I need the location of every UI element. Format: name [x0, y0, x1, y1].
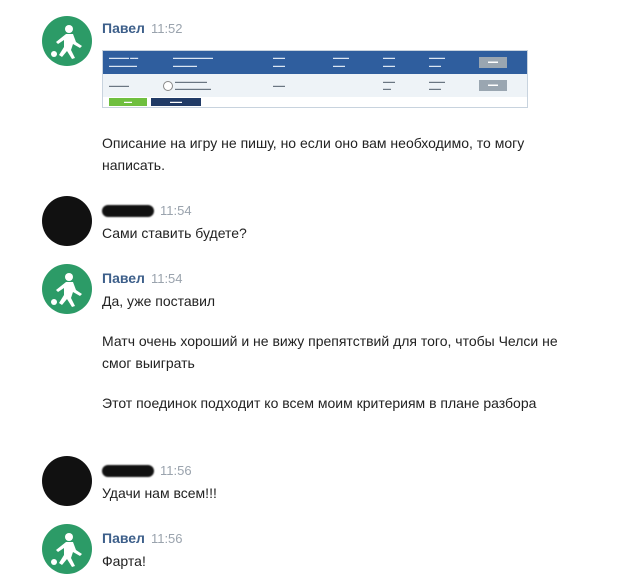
message-text: Сами ставить будете? [102, 225, 247, 241]
soccer-player-icon [51, 533, 82, 567]
author-name[interactable] [102, 465, 154, 478]
soccer-player-icon [51, 25, 82, 59]
author-name[interactable] [102, 205, 154, 218]
message-time[interactable]: 11:56 [151, 531, 183, 546]
message-text: Описание на игру не пишу, но если оно ва… [102, 135, 525, 173]
avatar[interactable] [42, 196, 92, 246]
message-text: Удачи нам всем!!! [102, 485, 217, 501]
avatar[interactable] [42, 524, 92, 574]
message-time[interactable]: 11:54 [160, 203, 192, 218]
message-text: Этот поединок подходит ко всем моим крит… [102, 395, 537, 411]
attached-screenshot[interactable]: ▬▬▬▬▬ ▬▬ ▬▬▬▬▬▬▬ ▬▬▬▬▬▬▬▬▬▬ ▬▬▬▬▬▬ ▬▬▬ ▬… [102, 50, 528, 108]
author-name[interactable]: Павел [102, 530, 145, 546]
avatar[interactable] [42, 456, 92, 506]
author-name[interactable]: Павел [102, 270, 145, 286]
green-action-button: ▬▬ [109, 98, 147, 106]
dark-action-button: ▬▬▬ [151, 98, 201, 106]
message-time[interactable]: 11:56 [160, 463, 192, 478]
message-text: Матч очень хороший и не вижу препятствий… [102, 333, 558, 371]
soccer-player-icon [51, 273, 82, 307]
message-time[interactable]: 11:52 [151, 21, 183, 36]
message-text: Да, уже поставил [102, 293, 216, 309]
avatar[interactable] [42, 264, 92, 314]
message-text: Фарта! [102, 553, 146, 569]
message-time[interactable]: 11:54 [151, 271, 183, 286]
soccer-ball-icon [163, 81, 173, 91]
avatar[interactable] [42, 16, 92, 66]
author-name[interactable]: Павел [102, 20, 145, 36]
